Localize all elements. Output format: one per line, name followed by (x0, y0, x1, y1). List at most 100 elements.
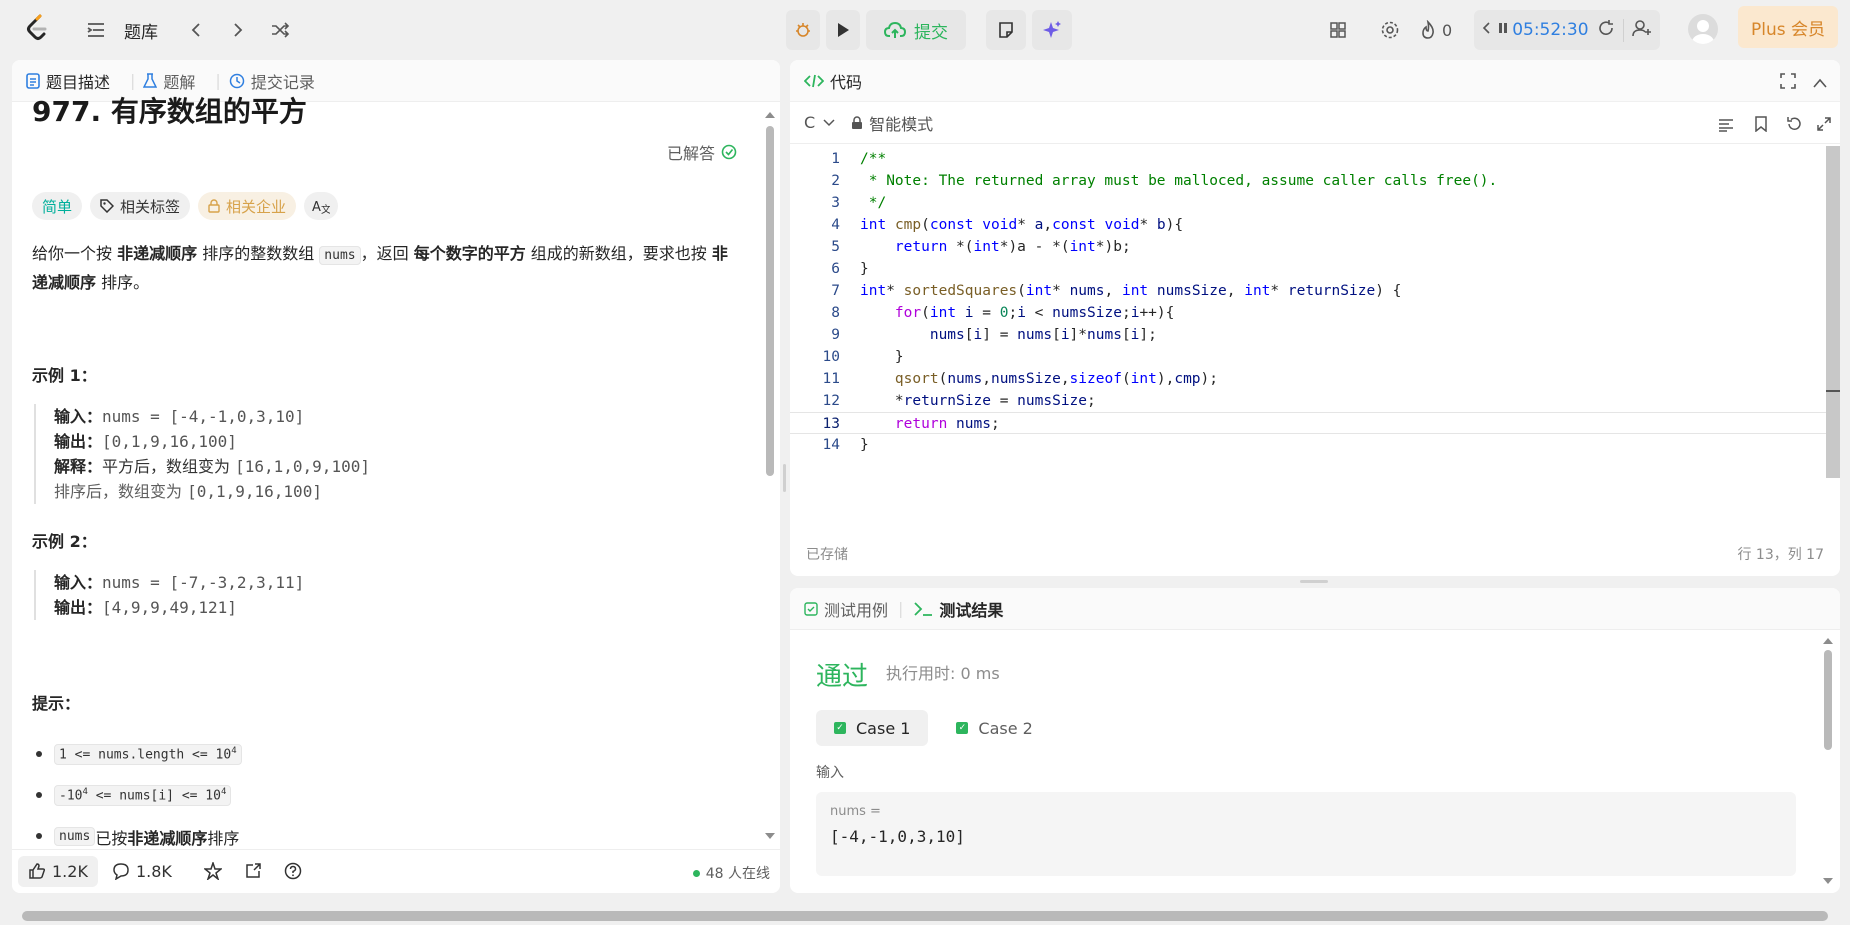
run-button[interactable] (826, 10, 860, 50)
code-line: 10 } (822, 349, 904, 365)
layout-icon[interactable] (1320, 12, 1356, 48)
companies-badge[interactable]: 相关企业 (198, 192, 297, 220)
debug-button[interactable] (786, 10, 820, 50)
settings-gear-icon[interactable] (1372, 12, 1408, 48)
flask-icon (143, 72, 158, 88)
tab-solutions[interactable]: 题解 (143, 69, 195, 93)
input-section-label: 输入 (816, 765, 844, 781)
code-line: 14} (822, 437, 869, 453)
test-tabs: 测试用例 | 测试结果 (790, 588, 1840, 630)
format-code-icon[interactable] (1718, 117, 1734, 136)
problem-list-link[interactable]: 题库 (124, 18, 158, 43)
comments-button[interactable]: 1.8K (112, 862, 172, 881)
description-scrollbar-thumb[interactable] (766, 126, 774, 476)
scroll-up-arrow-icon[interactable] (765, 112, 775, 118)
like-button[interactable]: 1.2K (18, 855, 98, 887)
solved-status: 已解答 (667, 140, 737, 164)
submit-label: 提交 (914, 22, 948, 43)
svg-text:A: A (312, 200, 321, 214)
code-panel: 代码 C 智能模式 1/** 2 * Note: The returned ar… (790, 60, 1840, 576)
plus-membership-button[interactable]: Plus 会员 (1738, 6, 1838, 48)
help-icon[interactable] (284, 862, 302, 880)
tab-testcase[interactable]: 测试用例 (804, 597, 888, 621)
horizontal-scrollbar-thumb[interactable] (22, 911, 1828, 921)
code-line: 11 qsort(nums,numsSize,sizeof(int),cmp); (822, 371, 1219, 387)
leetcode-logo-icon[interactable] (26, 14, 48, 46)
favorite-star-icon[interactable] (203, 862, 222, 880)
code-line: 7 int* sortedSquares(int* nums, int numsS… (831, 283, 1402, 299)
bookmark-icon[interactable] (1754, 116, 1768, 136)
list-icon[interactable] (78, 12, 114, 48)
check-icon: ✓ (834, 722, 846, 734)
editor-toolbar: C 智能模式 (790, 102, 1840, 144)
topbar-center: 提交 (786, 10, 1072, 50)
prev-problem-button[interactable] (178, 12, 214, 48)
test-scrollbar-thumb[interactable] (1824, 650, 1832, 750)
tab-divider: | (898, 599, 904, 618)
document-icon (26, 72, 40, 89)
difficulty-badge[interactable]: 简单 (32, 192, 83, 220)
chevron-down-icon (823, 118, 835, 126)
lock-icon (208, 199, 220, 213)
tag-icon (100, 199, 115, 213)
code-panel-header: 代码 (790, 60, 1840, 102)
reset-code-icon[interactable] (1786, 116, 1802, 136)
code-panel-title: 代码 (830, 72, 863, 92)
fullscreen-icon[interactable] (1780, 73, 1796, 93)
tab-description[interactable]: 题目描述 (26, 69, 110, 93)
panel-resize-handle[interactable] (1300, 580, 1328, 583)
avatar[interactable] (1688, 14, 1718, 44)
shuffle-icon[interactable] (262, 12, 298, 48)
constraints-title: 提示： (32, 694, 81, 713)
tab-divider: | (130, 71, 136, 90)
vertical-resize-handle[interactable] (783, 464, 786, 492)
pause-icon[interactable] (1498, 20, 1508, 40)
ai-sparkle-button[interactable] (1032, 10, 1072, 50)
case-2-tab[interactable]: ✓ Case 2 (938, 710, 1050, 746)
translate-badge[interactable]: A文 (304, 192, 339, 220)
runtime-label: 执行用时: 0 ms (886, 664, 1000, 683)
next-problem-button[interactable] (220, 12, 256, 48)
badge-row: 简单 相关标签 相关企业 A文 (32, 192, 339, 220)
streak-counter[interactable]: 0 (1420, 12, 1452, 48)
code-line: 5 return *(int*)a - *(int*)b; (831, 239, 1131, 255)
code-line: 8 for(int i = 0;i < numsSize;i++){ (831, 305, 1175, 321)
translate-icon: A文 (312, 200, 330, 214)
code-line: 2 * Note: The returned array must be mal… (831, 173, 1498, 189)
add-friend-icon[interactable] (1622, 18, 1652, 42)
list-item: 1 <= nums.length <= 104 (32, 734, 242, 775)
code-line: 4 int cmp(const void* a,const void* b){ (831, 217, 1184, 233)
list-item: -104 <= nums[i] <= 104 (32, 775, 242, 816)
scroll-up-arrow-icon[interactable] (1823, 638, 1833, 644)
reset-timer-icon[interactable] (1597, 19, 1615, 42)
tags-badge[interactable]: 相关标签 (90, 192, 191, 220)
smart-mode-toggle[interactable]: 智能模式 (851, 111, 933, 135)
code-line: 9 nums[i] = nums[i]*nums[i]; (831, 327, 1157, 343)
lock-icon (852, 115, 863, 129)
thumbs-up-icon (29, 863, 46, 879)
online-dot-icon (692, 869, 700, 877)
editor-scrollbar-thumb[interactable] (1826, 146, 1840, 478)
note-button[interactable] (986, 10, 1026, 50)
problem-description: 给你一个按 非递减顺序 排序的整数数组 nums ，返回 每个数字的平方 组成的新… (32, 244, 728, 292)
tab-test-result[interactable]: 测试结果 (913, 597, 1003, 621)
timer-collapse-icon[interactable] (1482, 20, 1490, 40)
case-1-tab[interactable]: ✓ Case 1 (816, 710, 929, 746)
code-editor[interactable]: 1/** 2 * Note: The returned array must b… (790, 148, 1840, 576)
share-icon[interactable] (244, 862, 262, 880)
topbar-right: 0 05:52:30 (1320, 10, 1660, 50)
code-line: 12 *returnSize = numsSize; (822, 393, 1096, 409)
scroll-down-arrow-icon[interactable] (1823, 878, 1833, 884)
input-value-box: nums = [-4,-1,0,3,10] (816, 792, 1796, 876)
input-var-name: nums = (830, 804, 881, 819)
collapse-chevron-icon[interactable] (1812, 74, 1828, 93)
scroll-down-arrow-icon[interactable] (765, 833, 775, 839)
timer-widget: 05:52:30 (1474, 10, 1660, 50)
svg-text:文: 文 (321, 203, 330, 214)
submit-button[interactable]: 提交 (866, 10, 966, 50)
expand-icon[interactable] (1816, 116, 1832, 136)
result-status: 通过 (816, 662, 869, 692)
language-select[interactable]: C (804, 113, 835, 132)
editor-overview-marker (1826, 390, 1840, 392)
tab-submissions[interactable]: 提交记录 (229, 69, 315, 93)
